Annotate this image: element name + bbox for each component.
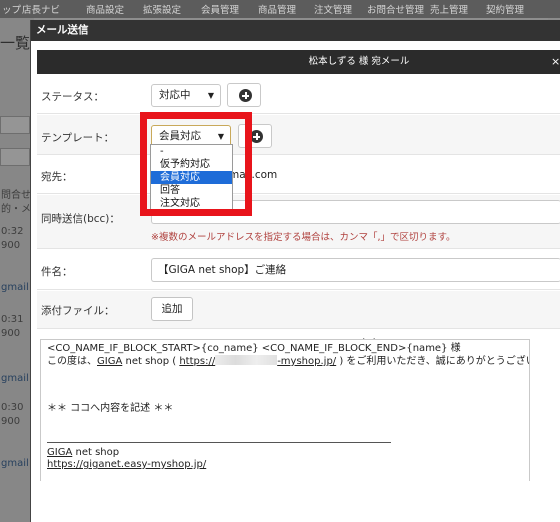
cc-label: 同時送信(bcc)： bbox=[41, 213, 120, 225]
background-left-strip: 一覧 問合せ 的・メー 0:32 900 gmail 0:31 900 gmai… bbox=[0, 18, 34, 522]
status-label: ステータス： bbox=[41, 91, 104, 103]
bg-nav-item: ップ bbox=[2, 5, 22, 16]
bg-nav-item: 注文管理 bbox=[314, 5, 353, 16]
bg-text: gmail bbox=[1, 282, 29, 293]
body-text: この度は、 bbox=[47, 356, 97, 367]
bg-box bbox=[0, 148, 30, 166]
template-option[interactable]: 回答 bbox=[151, 184, 232, 197]
bg-page-heading: 一覧 bbox=[0, 34, 31, 52]
body-text: ) をご利用いただき、誠にありがとうございます。 bbox=[339, 356, 529, 367]
redacted-area bbox=[215, 355, 278, 365]
template-add-button[interactable] bbox=[238, 124, 272, 148]
bg-nav-item: 契約管理 bbox=[486, 5, 525, 16]
template-option[interactable]: - bbox=[151, 145, 232, 158]
bg-nav-item: 売上管理 bbox=[430, 5, 469, 16]
to-label: 宛先： bbox=[41, 171, 73, 183]
template-option[interactable]: 注文対応 bbox=[151, 197, 232, 210]
body-line: この度は、GIGA net shop ( https:// -myshop.jp/… bbox=[47, 355, 529, 367]
subject-label: 件名： bbox=[41, 266, 73, 278]
bg-nav-item: お問合せ管理 bbox=[367, 5, 425, 16]
cc-row: 同時送信(bcc)： ※複数のメールアドレスを指定する場合は、カンマ「,」で区切… bbox=[37, 195, 560, 249]
body-text: net shop ( bbox=[122, 356, 180, 367]
template-select-value: 会員対応 bbox=[159, 130, 201, 142]
bg-text: gmail bbox=[1, 373, 29, 384]
template-option[interactable]: 仮予約対応 bbox=[151, 158, 232, 171]
attachment-row: 添付ファイル： 追加 bbox=[37, 291, 560, 329]
template-label: テンプレート： bbox=[41, 132, 115, 144]
template-option-selected[interactable]: 会員対応 bbox=[151, 171, 232, 184]
status-select-value: 対応中 bbox=[159, 89, 191, 101]
subject-input[interactable]: 【GIGA net shop】ご連絡 bbox=[151, 258, 560, 282]
body-link[interactable]: -myshop.jp/ bbox=[277, 356, 336, 367]
chevron-down-icon: ▼ bbox=[207, 91, 214, 100]
signature-url: https://giganet.easy-myshop.jp/ bbox=[47, 459, 529, 471]
to-value: mail.com bbox=[229, 169, 278, 181]
recipient-header: 松本しずる 様 宛メール bbox=[308, 56, 410, 67]
bg-text: 問合せ bbox=[1, 190, 31, 201]
bg-box bbox=[0, 116, 30, 134]
status-row: ステータス： 対応中 ▼ bbox=[37, 76, 560, 114]
body-text: GIGA bbox=[97, 356, 123, 367]
bg-nav-item: 店長ナビ bbox=[22, 5, 61, 16]
plus-circle-icon bbox=[250, 130, 263, 143]
bg-text: 0:31 bbox=[1, 314, 24, 325]
bg-nav-item: 拡張設定 bbox=[143, 5, 182, 16]
signature-line: GIGA net shop bbox=[47, 447, 529, 459]
body-text: GIGA bbox=[47, 447, 73, 458]
template-dropdown-list: - 仮予約対応 会員対応 回答 注文対応 bbox=[150, 144, 233, 212]
bg-text: 900 bbox=[1, 416, 21, 427]
to-row: 宛先： mail.com bbox=[37, 156, 560, 194]
bg-nav-item: 会員管理 bbox=[201, 5, 240, 16]
signature-separator bbox=[47, 442, 391, 443]
bg-text: gmail bbox=[1, 458, 29, 469]
subject-row: 件名： 【GIGA net shop】ご連絡 bbox=[37, 250, 560, 290]
add-attachment-button[interactable]: 追加 bbox=[151, 297, 193, 321]
body-textarea[interactable]: <CO_NAME_IF_BLOCK_START>{co_name} <CO_NA… bbox=[40, 339, 530, 481]
cc-note: ※複数のメールアドレスを指定する場合は、カンマ「,」で区切ります。 bbox=[151, 232, 456, 243]
bg-nav-item: 商品管理 bbox=[258, 5, 297, 16]
bg-text: 0:30 bbox=[1, 402, 24, 413]
bg-nav-item: 商品設定 bbox=[86, 5, 125, 16]
body-link[interactable]: https:// bbox=[179, 356, 215, 367]
close-icon[interactable]: × bbox=[551, 50, 560, 74]
status-add-button[interactable] bbox=[227, 83, 261, 107]
bg-text: 900 bbox=[1, 240, 21, 251]
body-line: ＊＊ ココへ内容を記述 ＊＊ bbox=[47, 403, 174, 414]
background-nav-bar: ップ 店長ナビ 商品設定 拡張設定 会員管理 商品管理 注文管理 お問合せ管理 … bbox=[0, 0, 560, 18]
status-select[interactable]: 対応中 ▼ bbox=[151, 84, 221, 107]
template-row: テンプレート： 会員対応 ▼ bbox=[37, 115, 560, 155]
bg-text: 0:32 bbox=[1, 226, 24, 237]
body-text: net shop bbox=[72, 447, 120, 458]
attachment-label: 添付ファイル： bbox=[41, 305, 115, 317]
modal-title: メール送信 bbox=[31, 20, 560, 41]
recipient-header-bar: 松本しずる 様 宛メール × bbox=[37, 50, 560, 74]
bg-text: 900 bbox=[1, 328, 21, 339]
body-line: <CO_NAME_IF_BLOCK_START>{co_name} <CO_NA… bbox=[47, 343, 461, 354]
plus-circle-icon bbox=[239, 89, 252, 102]
body-link[interactable]: https://giganet.easy-myshop.jp/ bbox=[47, 459, 206, 470]
